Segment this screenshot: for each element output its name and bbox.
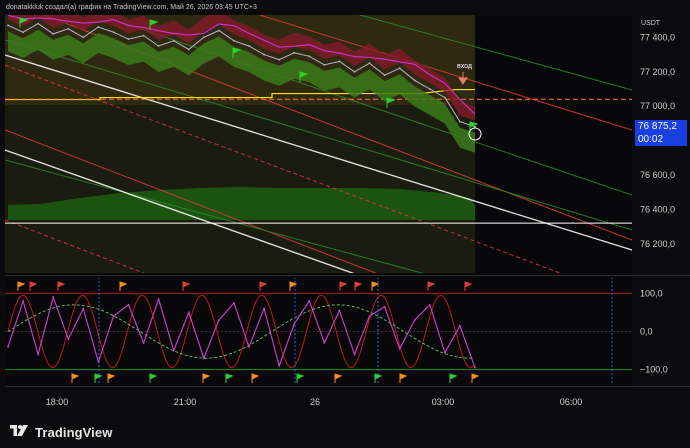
price-point[interactable] <box>368 62 371 65</box>
oscillator-point[interactable] <box>353 353 356 356</box>
price-point[interactable] <box>413 79 416 82</box>
oscillator-point[interactable] <box>338 309 341 312</box>
oscillator-point[interactable] <box>474 366 476 369</box>
oscillator-point[interactable] <box>52 296 55 299</box>
oscillator-point[interactable] <box>22 300 24 302</box>
price-tick-label: 76 600,0 <box>640 170 675 180</box>
oscillator-point[interactable] <box>428 303 431 306</box>
price-tick-label: 77 200,0 <box>640 67 675 77</box>
price-point[interactable] <box>218 29 220 32</box>
price-tick-label: 77 000,0 <box>640 101 675 111</box>
price-point[interactable] <box>459 120 461 123</box>
price-point[interactable] <box>127 38 130 40</box>
entry-annotation-label: вход <box>457 63 472 70</box>
tradingview-logo-icon <box>10 425 28 436</box>
current-price-badge: 76 875,2 <box>635 120 687 133</box>
price-point[interactable] <box>233 39 235 42</box>
osc-tick-label: 100,0 <box>640 288 663 298</box>
price-point[interactable] <box>263 53 265 56</box>
price-point[interactable] <box>7 24 9 27</box>
oscillator-point[interactable] <box>383 305 386 308</box>
oscillator-point[interactable] <box>263 307 265 310</box>
oscillator-point[interactable] <box>112 315 115 318</box>
time-tick-label: 26 <box>310 397 320 407</box>
price-point[interactable] <box>293 51 296 54</box>
oscillator-point[interactable] <box>67 338 70 340</box>
oscillator-point[interactable] <box>157 298 160 300</box>
price-point[interactable] <box>157 45 160 47</box>
time-tick-label: 21:00 <box>174 397 197 407</box>
oscillator-point[interactable] <box>37 353 39 356</box>
price-point[interactable] <box>67 27 70 30</box>
oscillator-point[interactable] <box>293 323 296 325</box>
price-point[interactable] <box>398 67 401 70</box>
oscillator-point[interactable] <box>142 342 145 344</box>
price-point[interactable] <box>323 64 326 66</box>
price-point[interactable] <box>142 34 145 37</box>
chart-frame: вход 76 200,076 400,076 600,076 800,077 … <box>0 0 690 448</box>
chart-svg[interactable]: вход 76 200,076 400,076 600,076 800,077 … <box>0 0 690 448</box>
price-point[interactable] <box>187 48 190 51</box>
osc-tick-label: 0,0 <box>640 327 653 337</box>
chart-caption: donatakkluk создал(а) график на TradingV… <box>6 4 257 11</box>
price-tick-label: 76 200,0 <box>640 239 675 249</box>
price-point[interactable] <box>278 58 281 61</box>
oscillator-point[interactable] <box>127 303 130 306</box>
time-tick-label: 18:00 <box>46 397 69 407</box>
oscillator-point[interactable] <box>233 302 235 304</box>
oscillator-point[interactable] <box>218 319 220 321</box>
oscillator-point[interactable] <box>248 345 250 348</box>
price-point[interactable] <box>112 31 115 34</box>
price-point[interactable] <box>202 36 205 39</box>
time-tick-label: 03:00 <box>432 397 455 407</box>
oscillator-point[interactable] <box>82 307 85 310</box>
price-point[interactable] <box>308 55 311 58</box>
price-point[interactable] <box>52 33 55 35</box>
oscillator-point[interactable] <box>398 347 401 350</box>
price-point[interactable] <box>82 36 85 39</box>
price-point[interactable] <box>338 60 341 63</box>
price-point[interactable] <box>353 70 356 73</box>
price-point[interactable] <box>428 88 431 90</box>
oscillator-point[interactable] <box>278 364 281 367</box>
osc-tick-label: −100,0 <box>640 365 668 375</box>
oscillator-point[interactable] <box>368 315 371 318</box>
price-tick-label: 77 400,0 <box>640 32 675 42</box>
brand-name: TradingView <box>35 424 113 440</box>
oscillator-point[interactable] <box>172 349 175 352</box>
oscillator-point[interactable] <box>444 351 446 354</box>
price-unit: USDT <box>641 20 661 27</box>
price-point[interactable] <box>444 96 446 99</box>
bar-countdown-badge: 00:02 <box>635 133 687 146</box>
price-point[interactable] <box>383 74 386 77</box>
oscillator-point[interactable] <box>202 357 205 360</box>
price-tick-label: 76 400,0 <box>640 204 675 214</box>
tradingview-brand[interactable]: TradingView <box>8 422 112 442</box>
oscillator-point[interactable] <box>459 324 461 327</box>
price-point[interactable] <box>97 26 100 28</box>
oscillator-point[interactable] <box>187 311 190 314</box>
price-point[interactable] <box>248 45 250 47</box>
oscillator-point[interactable] <box>7 345 9 348</box>
oscillator-point[interactable] <box>413 319 416 321</box>
oscillator-point[interactable] <box>323 342 326 344</box>
price-point[interactable] <box>474 125 476 128</box>
time-tick-label: 06:00 <box>560 397 583 407</box>
oscillator-point[interactable] <box>308 300 311 302</box>
price-point[interactable] <box>22 31 24 34</box>
price-point[interactable] <box>172 39 175 42</box>
price-point[interactable] <box>37 22 39 25</box>
